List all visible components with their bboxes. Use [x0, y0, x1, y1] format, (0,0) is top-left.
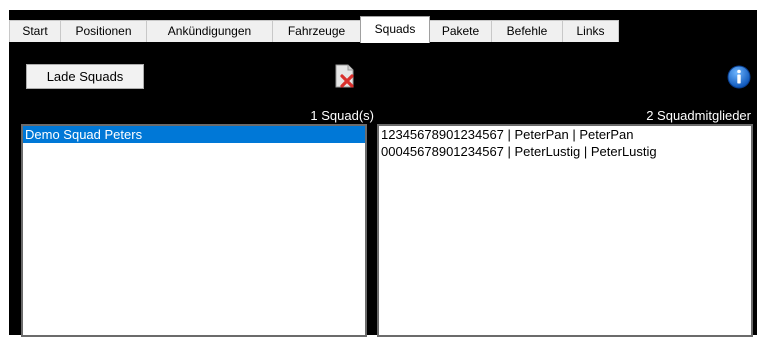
tab-pakete[interactable]: Pakete: [429, 20, 492, 42]
member-list-item[interactable]: 12345678901234567 | PeterPan | PeterPan: [379, 126, 751, 143]
tab-squads[interactable]: Squads: [360, 16, 430, 43]
squad-list[interactable]: Demo Squad Peters: [21, 124, 367, 337]
tab-fahrzeuge[interactable]: Fahrzeuge: [272, 20, 361, 42]
delete-squad-icon[interactable]: [331, 63, 357, 89]
tab-ankuendigungen[interactable]: Ankündigungen: [146, 20, 273, 42]
squad-list-item[interactable]: Demo Squad Peters: [23, 126, 365, 143]
tab-start[interactable]: Start: [9, 20, 61, 42]
app-window: Start Positionen Ankündigungen Fahrzeuge…: [9, 10, 757, 337]
tab-positionen[interactable]: Positionen: [60, 20, 147, 42]
tab-links[interactable]: Links: [562, 20, 619, 42]
member-count-label: 2 Squadmitglieder: [646, 108, 751, 123]
member-list-item[interactable]: 00045678901234567 | PeterLustig | PeterL…: [379, 143, 751, 160]
info-icon[interactable]: [727, 65, 751, 89]
load-squads-button[interactable]: Lade Squads: [26, 64, 144, 89]
tab-strip: Start Positionen Ankündigungen Fahrzeuge…: [9, 10, 757, 43]
squads-panel: Lade Squads 1 Squad(s) 2 Squadmitglieder…: [9, 42, 757, 337]
squad-count-label: 1 Squad(s): [310, 108, 374, 123]
tab-befehle[interactable]: Befehle: [491, 20, 563, 42]
member-list[interactable]: 12345678901234567 | PeterPan | PeterPan …: [377, 124, 753, 337]
